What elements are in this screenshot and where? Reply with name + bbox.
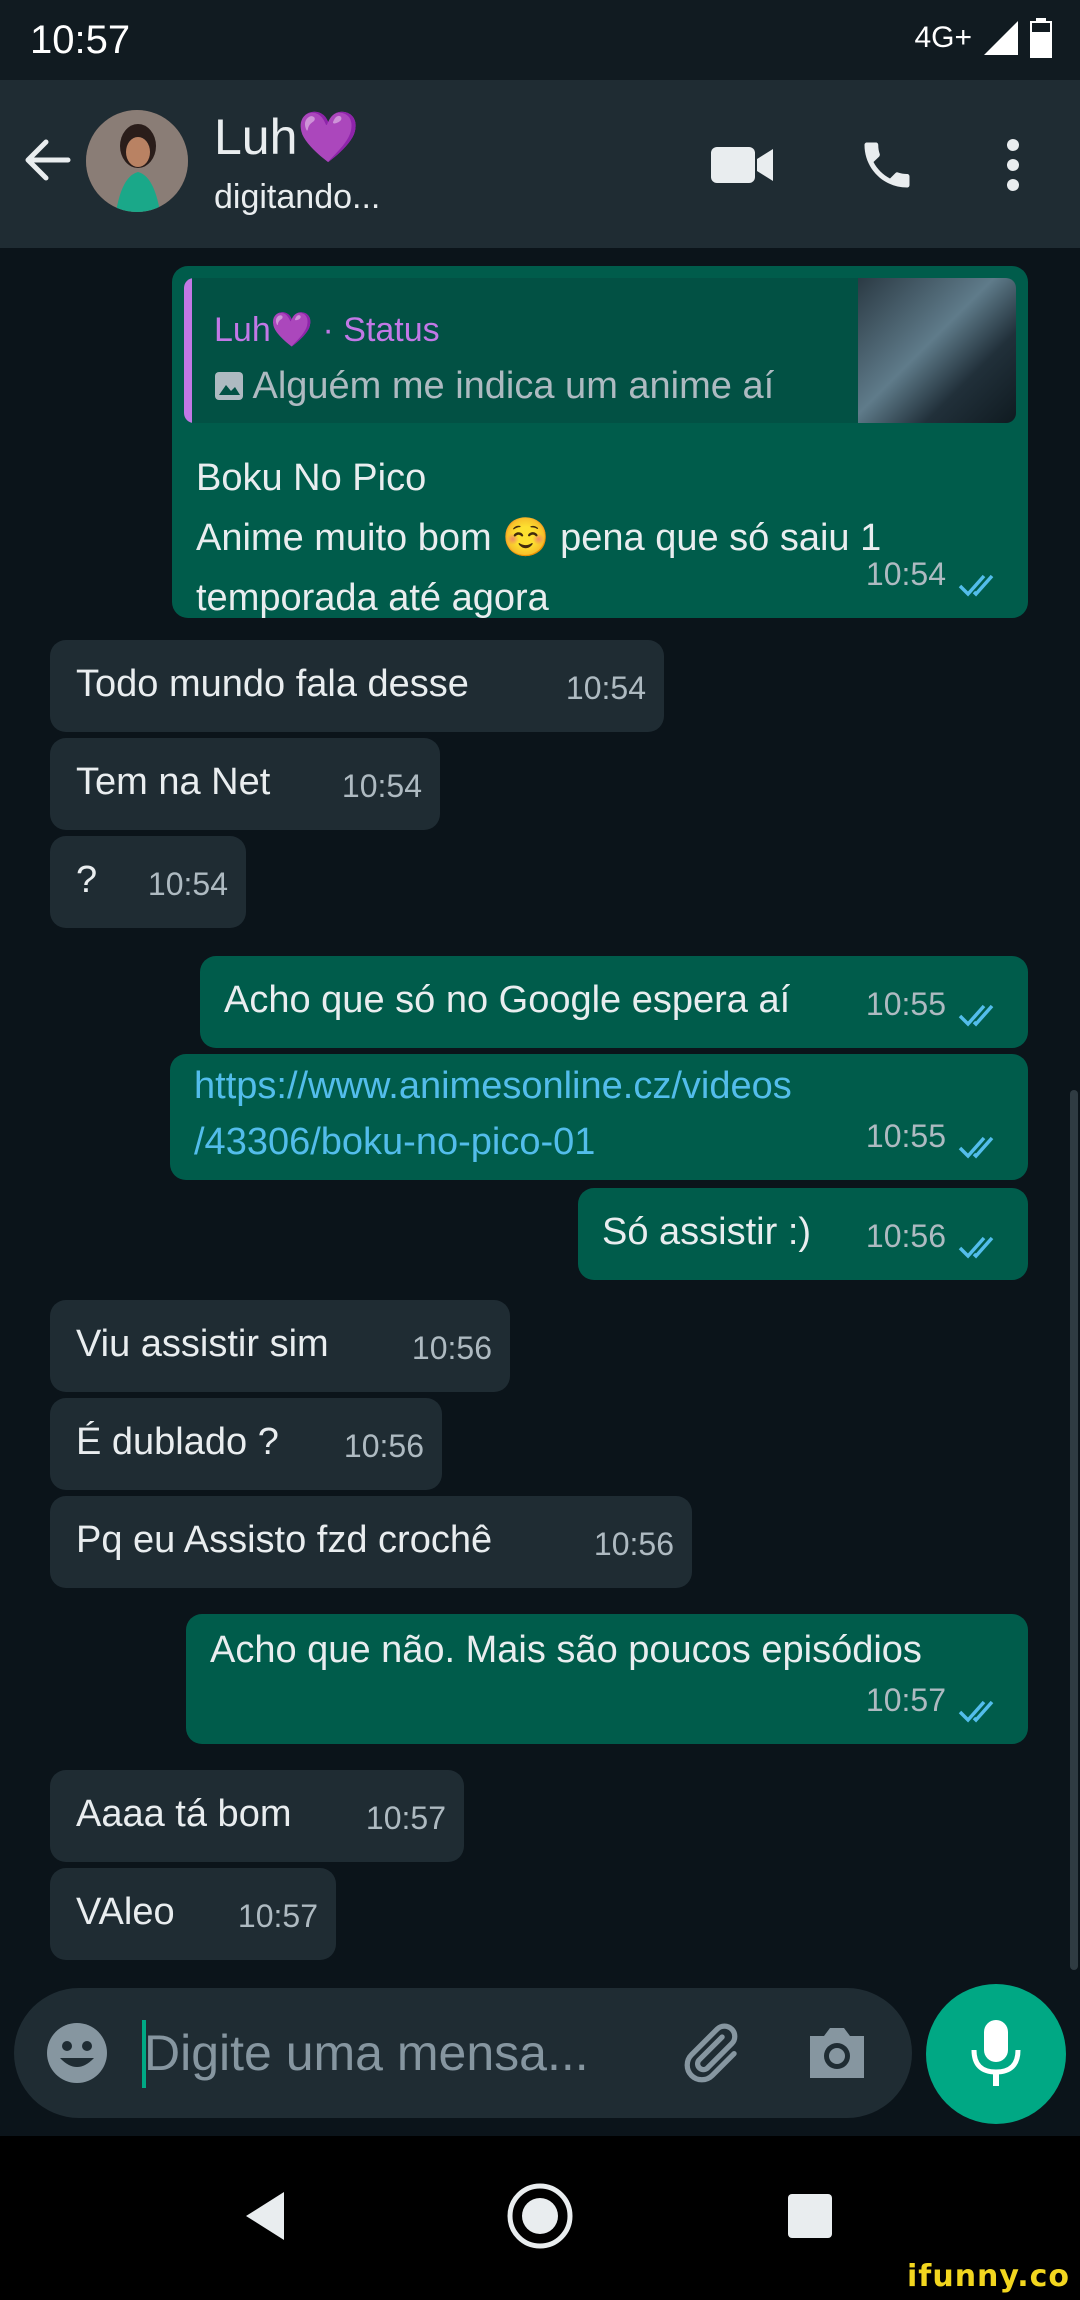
message-input[interactable]: Digite uma mensa... xyxy=(144,2024,589,2082)
triangle-back-icon xyxy=(246,2192,284,2240)
message-time: 10:56 xyxy=(411,1330,492,1366)
message-text: ? xyxy=(76,859,98,901)
emoji-icon[interactable] xyxy=(44,2020,110,2086)
quote-caption: Alguém me indica um anime aí xyxy=(252,365,775,407)
message-line: Boku No Pico xyxy=(196,457,427,499)
voice-record-button[interactable] xyxy=(926,1984,1066,2124)
message-time: 10:57 xyxy=(365,1800,446,1836)
quote-text: Alguém me indica um anime aí xyxy=(214,356,774,416)
watermark: ifunny.co xyxy=(907,2259,1070,2294)
message-bubble-incoming[interactable]: Viu assistir sim 10:56 xyxy=(50,1300,510,1392)
message-text: Acho que não. Mais são poucos episódios xyxy=(210,1629,922,1671)
message-time: 10:54 xyxy=(147,866,228,902)
quote-accent-bar xyxy=(184,278,192,423)
message-time: 10:57 xyxy=(865,1682,946,1718)
message-time: 10:54 xyxy=(565,670,646,706)
message-time: 10:56 xyxy=(343,1428,424,1464)
avatar-photo xyxy=(86,110,188,212)
message-time: 10:54 xyxy=(341,768,422,804)
quote-author: Luh💜 · Status xyxy=(214,311,440,349)
message-text: VAleo xyxy=(76,1891,175,1933)
message-text: Acho que só no Google espera aí xyxy=(224,979,791,1021)
circle-home-icon xyxy=(507,2183,573,2249)
video-call-button[interactable] xyxy=(708,130,778,200)
network-type: 4G+ xyxy=(914,21,972,54)
more-options-button[interactable] xyxy=(978,130,1048,200)
message-time: 10:56 xyxy=(593,1526,674,1562)
message-time: 10:54 xyxy=(865,556,946,592)
status-bar: 10:57 4G+ xyxy=(0,0,1080,80)
message-bubble-incoming[interactable]: É dublado ? 10:56 xyxy=(50,1398,442,1490)
nav-recents-button[interactable] xyxy=(770,2176,850,2256)
message-text: Pq eu Assisto fzd crochê xyxy=(76,1519,493,1561)
message-time: 10:56 xyxy=(865,1218,946,1254)
message-text: Tem na Net xyxy=(76,761,271,803)
camera-icon[interactable] xyxy=(804,2022,870,2082)
message-bubble-incoming[interactable]: Tem na Net 10:54 xyxy=(50,738,440,830)
voice-call-button[interactable] xyxy=(852,130,922,200)
message-bubble-incoming[interactable]: Aaaa tá bom 10:57 xyxy=(50,1770,464,1862)
status-icons: 4G+ xyxy=(914,18,1052,58)
read-ticks-icon xyxy=(958,1236,994,1259)
square-recents-icon xyxy=(788,2194,832,2238)
link-line: /43306/boku-no-pico-01 xyxy=(194,1121,596,1163)
contact-avatar[interactable] xyxy=(86,110,188,212)
read-ticks-icon xyxy=(958,1136,994,1159)
status-time: 10:57 xyxy=(30,18,131,62)
nav-home-button[interactable] xyxy=(500,2176,580,2256)
status-thumbnail xyxy=(858,278,1016,423)
message-bubble-outgoing[interactable]: https://www.animesonline.cz/videos /4330… xyxy=(170,1054,1028,1180)
message-line: Anime muito bom ☺️ pena que só saiu 1 xyxy=(196,517,882,559)
link-line: https://www.animesonline.cz/videos xyxy=(194,1065,792,1107)
message-list[interactable]: Luh💜 · Status Alguém me indica um anime … xyxy=(0,248,1080,1988)
contact-name[interactable]: Luh💜 xyxy=(214,108,360,167)
message-bubble-outgoing[interactable]: Só assistir :) 10:56 xyxy=(578,1188,1028,1280)
phone-icon xyxy=(864,142,910,188)
message-text: Só assistir :) xyxy=(602,1211,812,1253)
message-time: 10:55 xyxy=(865,986,946,1022)
message-time: 10:55 xyxy=(865,1118,946,1154)
message-line: temporada até agora xyxy=(196,577,549,619)
attach-icon[interactable] xyxy=(674,2018,744,2088)
signal-icon xyxy=(984,21,1018,55)
message-composer[interactable]: Digite uma mensa... xyxy=(14,1988,912,2118)
image-icon xyxy=(215,372,243,400)
scrollbar[interactable] xyxy=(1070,1090,1078,1970)
system-nav-bar: ifunny.co xyxy=(0,2136,1080,2300)
nav-back-button[interactable] xyxy=(226,2176,306,2256)
message-text: Boku No Pico Anime muito bom ☺️ pena que… xyxy=(196,448,881,628)
battery-icon xyxy=(1030,18,1052,58)
message-text: É dublado ? xyxy=(76,1421,279,1463)
message-text: Todo mundo fala desse xyxy=(76,663,469,705)
typing-status: digitando... xyxy=(214,178,381,216)
read-ticks-icon xyxy=(958,1004,994,1027)
microphone-icon xyxy=(971,2020,1021,2086)
message-bubble-outgoing[interactable]: Acho que não. Mais são poucos episódios … xyxy=(186,1614,1028,1744)
video-camera-icon xyxy=(711,147,773,183)
message-bubble-incoming[interactable]: ? 10:54 xyxy=(50,836,246,928)
message-bubble-incoming[interactable]: Todo mundo fala desse 10:54 xyxy=(50,640,664,732)
quoted-status[interactable]: Luh💜 · Status Alguém me indica um anime … xyxy=(184,278,1016,423)
message-time: 10:57 xyxy=(237,1898,318,1934)
chat-header: Luh💜 digitando... xyxy=(0,80,1080,248)
message-bubble-outgoing[interactable]: Acho que só no Google espera aí 10:55 xyxy=(200,956,1028,1048)
message-bubble-incoming[interactable]: VAleo 10:57 xyxy=(50,1868,336,1960)
message-link[interactable]: https://www.animesonline.cz/videos /4330… xyxy=(194,1058,792,1170)
message-text: Aaaa tá bom xyxy=(76,1793,292,1835)
message-bubble-outgoing[interactable]: Luh💜 · Status Alguém me indica um anime … xyxy=(172,266,1028,619)
back-arrow-icon[interactable] xyxy=(18,130,78,190)
kebab-menu-icon xyxy=(1007,139,1019,191)
message-bubble-incoming[interactable]: Pq eu Assisto fzd crochê 10:56 xyxy=(50,1496,692,1588)
message-text: Viu assistir sim xyxy=(76,1323,329,1365)
read-ticks-icon xyxy=(958,574,994,597)
read-ticks-icon xyxy=(958,1700,994,1723)
